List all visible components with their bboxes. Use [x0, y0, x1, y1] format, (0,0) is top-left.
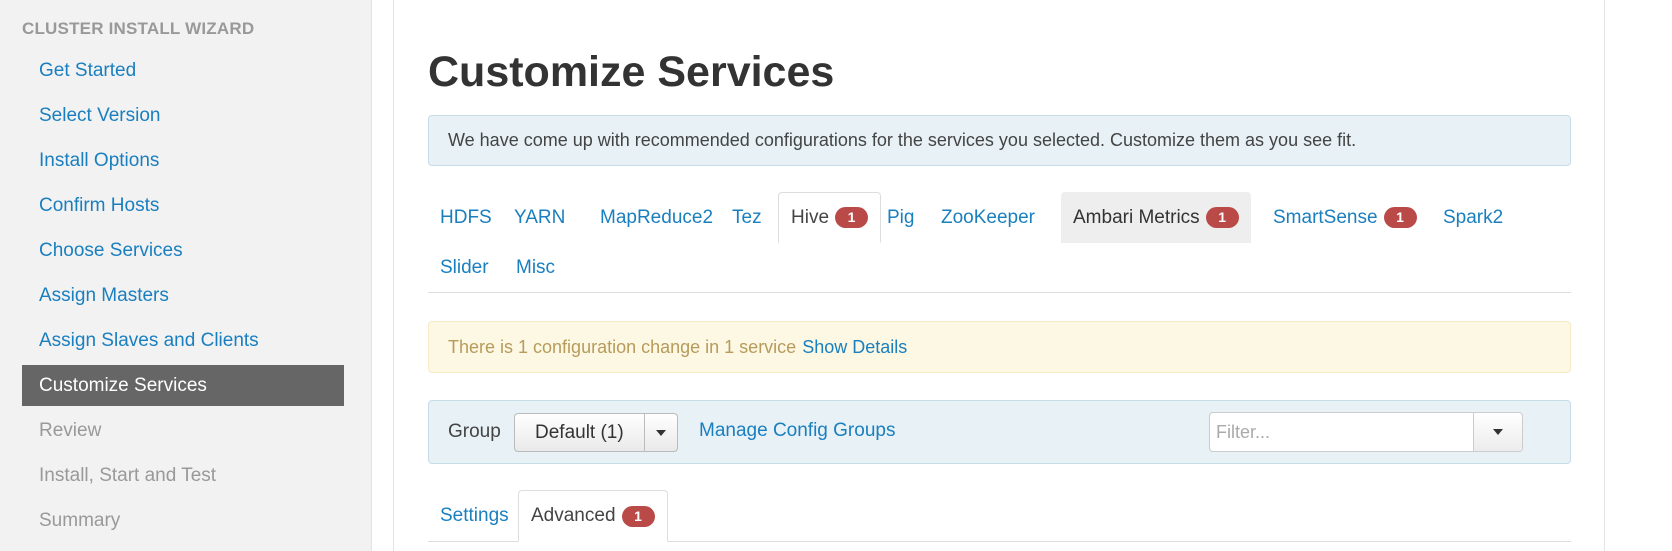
show-details-link[interactable]: Show Details — [802, 337, 907, 358]
tab-yarn[interactable]: YARN — [502, 192, 577, 243]
caret-down-icon — [1493, 429, 1503, 435]
nav-item-assign-slaves-clients[interactable]: Assign Slaves and Clients — [22, 320, 344, 361]
warning-text: There is 1 configuration change in 1 ser… — [448, 336, 797, 357]
nav-item-confirm-hosts[interactable]: Confirm Hosts — [22, 185, 344, 226]
config-change-warning: There is 1 configuration change in 1 ser… — [428, 321, 1571, 373]
group-dropdown-toggle[interactable] — [645, 414, 677, 451]
tab-label: Hive — [791, 206, 830, 228]
group-label: Group — [448, 421, 501, 442]
nav-item-assign-masters[interactable]: Assign Masters — [22, 275, 344, 316]
nav-item-select-version[interactable]: Select Version — [22, 95, 344, 136]
tab-label: Advanced — [531, 505, 616, 526]
nav-item-install-start-test: Install, Start and Test — [39, 464, 217, 486]
tab-label: Tez — [732, 206, 762, 228]
tab-smartsense[interactable]: SmartSense 1 — [1261, 192, 1429, 243]
nav-item-choose-services[interactable]: Choose Services — [22, 230, 344, 271]
tab-slider[interactable]: Slider — [428, 242, 501, 293]
info-alert: We have come up with recommended configu… — [428, 115, 1571, 166]
tab-label: YARN — [514, 206, 566, 228]
filter-control — [1209, 412, 1523, 452]
tab-label: Settings — [440, 505, 509, 526]
tab-ambari-metrics[interactable]: Ambari Metrics 1 — [1061, 192, 1251, 243]
tab-label: Slider — [440, 256, 489, 278]
tab-mapreduce2[interactable]: MapReduce2 — [588, 192, 725, 243]
tab-label: Ambari Metrics — [1073, 206, 1200, 228]
tab-hive[interactable]: Hive 1 — [778, 192, 882, 243]
filter-input[interactable] — [1210, 413, 1474, 451]
sidebar-title: CLUSTER INSTALL WIZARD — [22, 19, 255, 38]
nav-item-get-started[interactable]: Get Started — [22, 50, 344, 91]
tab-zookeeper[interactable]: ZooKeeper — [929, 192, 1047, 243]
tab-badge: 1 — [621, 505, 655, 527]
tab-label: MapReduce2 — [600, 206, 714, 228]
tab-label: HDFS — [440, 206, 492, 228]
tab-pig[interactable]: Pig — [875, 192, 926, 243]
sidebar: CLUSTER INSTALL WIZARD Get Started Selec… — [0, 0, 372, 551]
tab-hdfs[interactable]: HDFS — [428, 192, 504, 243]
tab-label: Misc — [516, 256, 556, 278]
tab-label: Spark2 — [1443, 206, 1504, 228]
caret-down-icon — [655, 429, 666, 436]
config-sub-tabs: Settings Advanced 1 — [428, 490, 1571, 542]
filter-dropdown-toggle[interactable] — [1474, 413, 1522, 451]
nav-item-summary: Summary — [39, 509, 121, 531]
tab-badge: 1 — [1205, 207, 1239, 228]
nav-item-customize-services[interactable]: Customize Services — [22, 365, 344, 406]
nav-item-install-options[interactable]: Install Options — [22, 140, 344, 181]
service-tabs: HDFS YARN MapReduce2 Tez Hive 1 Pig ZooKe… — [428, 192, 1571, 293]
tab-badge: 1 — [1383, 207, 1417, 228]
tab-label: ZooKeeper — [941, 206, 1036, 228]
nav-item-review: Review — [39, 419, 102, 441]
tab-label: Pig — [887, 206, 915, 228]
group-dropdown[interactable]: Default (1) — [514, 413, 678, 452]
tab-spark2[interactable]: Spark2 — [1431, 192, 1515, 243]
tab-advanced[interactable]: Advanced 1 — [518, 490, 668, 542]
tab-misc[interactable]: Misc — [504, 242, 567, 293]
main-content: Customize Services We have come up with … — [393, 0, 1605, 551]
wizard-steps-nav: Get Started Select Version Install Optio… — [22, 50, 344, 545]
manage-config-groups-link[interactable]: Manage Config Groups — [699, 420, 895, 442]
tab-badge: 1 — [835, 207, 869, 228]
tab-settings[interactable]: Settings — [428, 490, 521, 542]
tab-tez[interactable]: Tez — [720, 192, 774, 243]
config-group-bar: Group Default (1) Manage Config Groups — [428, 400, 1571, 464]
group-selected-value[interactable]: Default (1) — [515, 414, 645, 451]
page-title: Customize Services — [428, 48, 835, 96]
tab-label: SmartSense — [1273, 206, 1378, 228]
